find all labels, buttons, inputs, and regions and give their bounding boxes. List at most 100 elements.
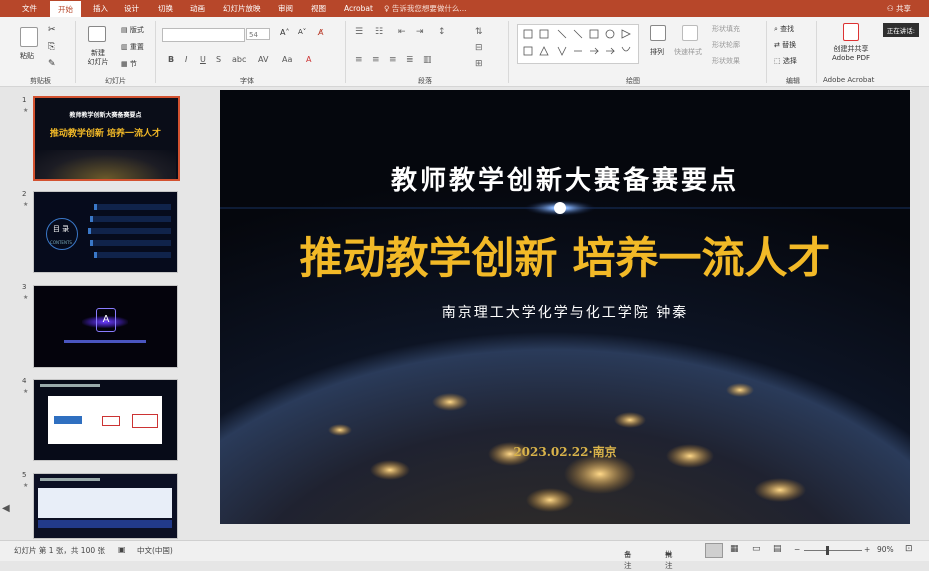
language-indicator[interactable]: 中文(中国) — [137, 545, 173, 556]
find-button[interactable]: ⌕ 查找 — [774, 24, 794, 34]
section-button[interactable]: ▦ 节 — [121, 59, 137, 69]
bullets-icon[interactable]: ☰ — [355, 27, 363, 37]
tell-me-box[interactable]: ♀ 告诉我您想要做什么... — [384, 0, 467, 17]
tell-me-text: 告诉我您想要做什么... — [391, 4, 467, 13]
share-button[interactable]: ⚇ 共享 — [887, 0, 911, 17]
underline-icon[interactable]: U — [200, 55, 206, 64]
shape-fill-button[interactable]: 形状填充 — [712, 24, 740, 34]
slide-supertitle[interactable]: 教师教学创新大赛备赛要点 — [220, 160, 910, 197]
strikethrough-icon[interactable]: abc — [232, 55, 246, 64]
tab-transitions[interactable]: 切换 — [150, 0, 181, 17]
lightbulb-icon: ♀ — [384, 4, 392, 13]
font-color-icon[interactable]: A — [306, 55, 311, 64]
thumbnail-slide-1[interactable]: 教师教学创新大赛备赛要点 推动教学创新 培养一流人才 — [33, 96, 180, 181]
copy-icon[interactable]: ⎘ — [48, 42, 55, 52]
thumb-content-box — [48, 396, 162, 444]
bold-icon[interactable]: B — [168, 55, 174, 64]
font-size-field[interactable]: 54 — [246, 28, 270, 40]
zoom-slider-thumb[interactable] — [826, 546, 829, 555]
text-direction-icon[interactable]: ⇅ — [475, 27, 483, 37]
reset-button[interactable]: ▥ 重置 — [121, 42, 144, 52]
cut-icon[interactable]: ✂ — [48, 25, 56, 35]
font-name-field[interactable] — [162, 28, 245, 42]
line-spacing-icon[interactable]: ↕ — [438, 27, 446, 37]
numbering-icon[interactable]: ☷ — [375, 27, 383, 37]
tab-file[interactable]: 文件 — [14, 0, 45, 17]
shape-effect-button[interactable]: 形状效果 — [712, 56, 740, 66]
normal-view-icon[interactable] — [705, 543, 723, 558]
char-spacing-icon[interactable]: AV — [258, 55, 268, 64]
grow-font-icon[interactable]: A˄ — [280, 28, 289, 37]
quick-styles-icon[interactable] — [682, 25, 698, 41]
create-share-pdf-button[interactable]: 创建并共享 Adobe PDF — [826, 45, 876, 63]
select-icon: ⬚ — [774, 57, 783, 65]
slide-title[interactable]: 推动教学创新 培养一流人才 — [220, 224, 910, 286]
thumb-list-bar — [94, 204, 171, 210]
thumbnail-slide-3[interactable]: A — [33, 285, 178, 368]
thumb-table — [38, 488, 172, 518]
smartart-icon[interactable]: ⊞ — [475, 59, 483, 69]
zoom-in-icon[interactable]: + — [864, 545, 870, 554]
decrease-indent-icon[interactable]: ⇤ — [398, 27, 406, 37]
thumb-subtitle: CONTENTS — [50, 240, 72, 245]
slide-sorter-icon[interactable]: ▦ — [730, 544, 739, 554]
shadow-icon[interactable]: S — [216, 55, 221, 64]
tab-insert[interactable]: 插入 — [85, 0, 116, 17]
new-slide-button[interactable]: 新建 幻灯片 — [84, 49, 112, 67]
arrange-icon[interactable] — [650, 25, 666, 41]
select-button[interactable]: ⬚ 选择 — [774, 56, 797, 66]
shrink-font-icon[interactable]: A˅ — [298, 28, 306, 36]
italic-icon[interactable]: I — [185, 55, 187, 64]
replace-button[interactable]: ⇄ 替换 — [774, 40, 796, 50]
tab-home[interactable]: 开始 — [50, 1, 81, 17]
align-right-icon[interactable]: ≡ — [389, 55, 397, 65]
find-label: 查找 — [780, 25, 795, 33]
slide-canvas[interactable]: 教师教学创新大赛备赛要点 推动教学创新 培养一流人才 南京理工大学化学与化工学院… — [220, 90, 910, 524]
format-painter-icon[interactable]: ✎ — [48, 59, 56, 69]
paste-icon[interactable] — [20, 27, 38, 47]
layout-button[interactable]: ▤ 版式 — [121, 25, 144, 35]
align-left-icon[interactable]: ≡ — [355, 55, 363, 65]
justify-icon[interactable]: ≣ — [406, 55, 414, 65]
spellcheck-icon[interactable]: ▣ — [118, 545, 126, 554]
layout-label: 版式 — [129, 26, 144, 34]
thumbnail-slide-4[interactable] — [33, 379, 178, 461]
group-label-acrobat: Adobe Acrobat — [823, 76, 875, 84]
ribbon: 粘贴 ✂ ⎘ ✎ 剪贴板 新建 幻灯片 ▤ 版式 ▥ 重置 ▦ 节 幻灯片 54… — [0, 17, 929, 87]
tab-review[interactable]: 审阅 — [270, 0, 301, 17]
section-label: 节 — [129, 60, 137, 68]
tab-design[interactable]: 设计 — [116, 0, 147, 17]
shape-outline-button[interactable]: 形状轮廓 — [712, 40, 740, 50]
collapse-pane-arrow-icon[interactable]: ◀ — [2, 503, 10, 514]
reading-view-icon[interactable]: ▭ — [752, 544, 761, 554]
thumb-title: A — [96, 308, 116, 332]
animation-star-icon: ★ — [23, 388, 29, 395]
zoom-level[interactable]: 90% — [877, 545, 894, 554]
shapes-gallery[interactable] — [517, 24, 639, 64]
columns-icon[interactable]: ▥ — [423, 55, 432, 65]
align-center-icon[interactable]: ≡ — [372, 55, 380, 65]
zoom-slider-track[interactable] — [804, 550, 862, 551]
clear-format-icon[interactable]: A̸ — [318, 28, 323, 37]
zoom-out-icon[interactable]: − — [794, 545, 800, 554]
thumbnail-slide-5[interactable] — [33, 473, 178, 539]
increase-indent-icon[interactable]: ⇥ — [416, 27, 424, 37]
paste-button[interactable]: 粘贴 — [20, 51, 34, 61]
fit-to-window-icon[interactable]: ⊡ — [905, 544, 913, 554]
reset-label: 重置 — [129, 43, 144, 51]
change-case-icon[interactable]: Aa — [282, 55, 292, 64]
tab-animations[interactable]: 动画 — [182, 0, 213, 17]
slide-author[interactable]: 南京理工大学化学与化工学院 钟秦 — [220, 302, 910, 322]
tab-acrobat[interactable]: Acrobat — [336, 0, 381, 17]
new-slide-icon[interactable] — [88, 26, 106, 42]
divider — [766, 21, 767, 83]
slideshow-icon[interactable]: ▤ — [773, 544, 782, 554]
tab-view[interactable]: 视图 — [303, 0, 334, 17]
create-pdf-icon[interactable] — [843, 23, 859, 41]
tab-slideshow[interactable]: 幻灯片放映 — [215, 0, 269, 17]
thumbnail-slide-2[interactable]: 目 录 CONTENTS — [33, 191, 178, 273]
slide-date[interactable]: 2023.02.22·南京 — [220, 443, 910, 460]
arrange-button[interactable]: 排列 — [650, 47, 664, 57]
quick-styles-button[interactable]: 快速样式 — [674, 47, 702, 57]
align-text-icon[interactable]: ⊟ — [475, 43, 483, 53]
